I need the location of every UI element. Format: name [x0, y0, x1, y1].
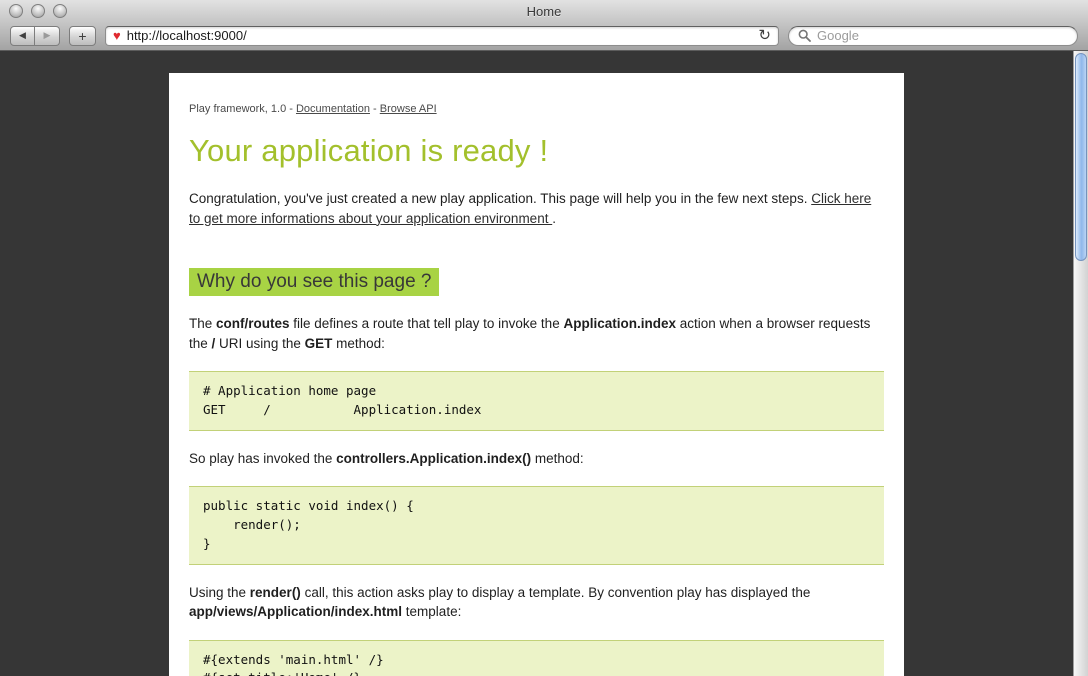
code-term-render: render() [250, 585, 301, 600]
code-term-controller-method: controllers.Application.index() [336, 451, 531, 466]
url-input[interactable] [127, 28, 753, 43]
browser-window: Home ◀ ▶ + ♥ ↻ Play framewor [0, 0, 1088, 676]
text-segment: So play has invoked the [189, 451, 336, 466]
toolbar: ◀ ▶ + ♥ ↻ [0, 22, 1088, 49]
minimize-window-button[interactable] [31, 4, 45, 18]
search-icon [798, 29, 811, 42]
meta-separator: - [370, 103, 380, 115]
text-segment: call, this action asks play to display a… [301, 585, 811, 600]
search-input[interactable] [817, 28, 1068, 43]
intro-period: . [552, 211, 556, 226]
section-title: Why do you see this page ? [189, 268, 439, 296]
page-title: Your application is ready ! [189, 133, 884, 169]
search-field[interactable] [788, 26, 1078, 46]
window-title: Home [527, 4, 562, 19]
back-button[interactable]: ◀ [10, 26, 35, 46]
text-segment: file defines a route that tell play to i… [290, 316, 564, 331]
history-nav: ◀ ▶ [10, 26, 60, 46]
invoked-paragraph: So play has invoked the controllers.Appl… [189, 449, 884, 469]
new-tab-button[interactable]: + [69, 26, 96, 46]
text-segment: method: [531, 451, 584, 466]
code-block-template: #{extends 'main.html' /} #{set title:'Ho… [189, 640, 884, 676]
code-block-action: public static void index() { render(); } [189, 486, 884, 564]
code-block-routes: # Application home page GET / Applicatio… [189, 371, 884, 431]
address-bar[interactable]: ♥ ↻ [105, 26, 779, 46]
content-card: Play framework, 1.0 - Documentation - Br… [169, 73, 904, 676]
documentation-link[interactable]: Documentation [296, 103, 370, 115]
framework-label: Play framework, 1.0 - [189, 103, 296, 115]
framework-meta: Play framework, 1.0 - Documentation - Br… [189, 103, 884, 115]
forward-button[interactable]: ▶ [35, 26, 60, 46]
close-window-button[interactable] [9, 4, 23, 18]
code-term-conf-routes: conf/routes [216, 316, 290, 331]
window-controls [9, 4, 67, 18]
scrollbar-track[interactable] [1073, 51, 1088, 676]
intro-paragraph: Congratulation, you've just created a ne… [189, 189, 884, 228]
titlebar: Home [0, 0, 1088, 22]
code-term-application-index: Application.index [563, 316, 676, 331]
text-segment: template: [402, 604, 461, 619]
text-segment: URI using the [215, 336, 304, 351]
intro-text: Congratulation, you've just created a ne… [189, 191, 811, 206]
reload-icon[interactable]: ↻ [758, 28, 771, 43]
text-segment: The [189, 316, 216, 331]
text-segment: method: [332, 336, 385, 351]
zoom-window-button[interactable] [53, 4, 67, 18]
browse-api-link[interactable]: Browse API [380, 103, 437, 115]
browser-chrome: Home ◀ ▶ + ♥ ↻ [0, 0, 1088, 51]
routes-paragraph: The conf/routes file defines a route tha… [189, 314, 884, 353]
page-viewport: Play framework, 1.0 - Documentation - Br… [0, 51, 1073, 676]
code-term-get: GET [305, 336, 333, 351]
favicon-heart-icon: ♥ [113, 29, 121, 42]
text-segment: Using the [189, 585, 250, 600]
code-term-template-path: app/views/Application/index.html [189, 604, 402, 619]
template-paragraph: Using the render() call, this action ask… [189, 583, 884, 622]
scrollbar-thumb[interactable] [1075, 53, 1087, 261]
